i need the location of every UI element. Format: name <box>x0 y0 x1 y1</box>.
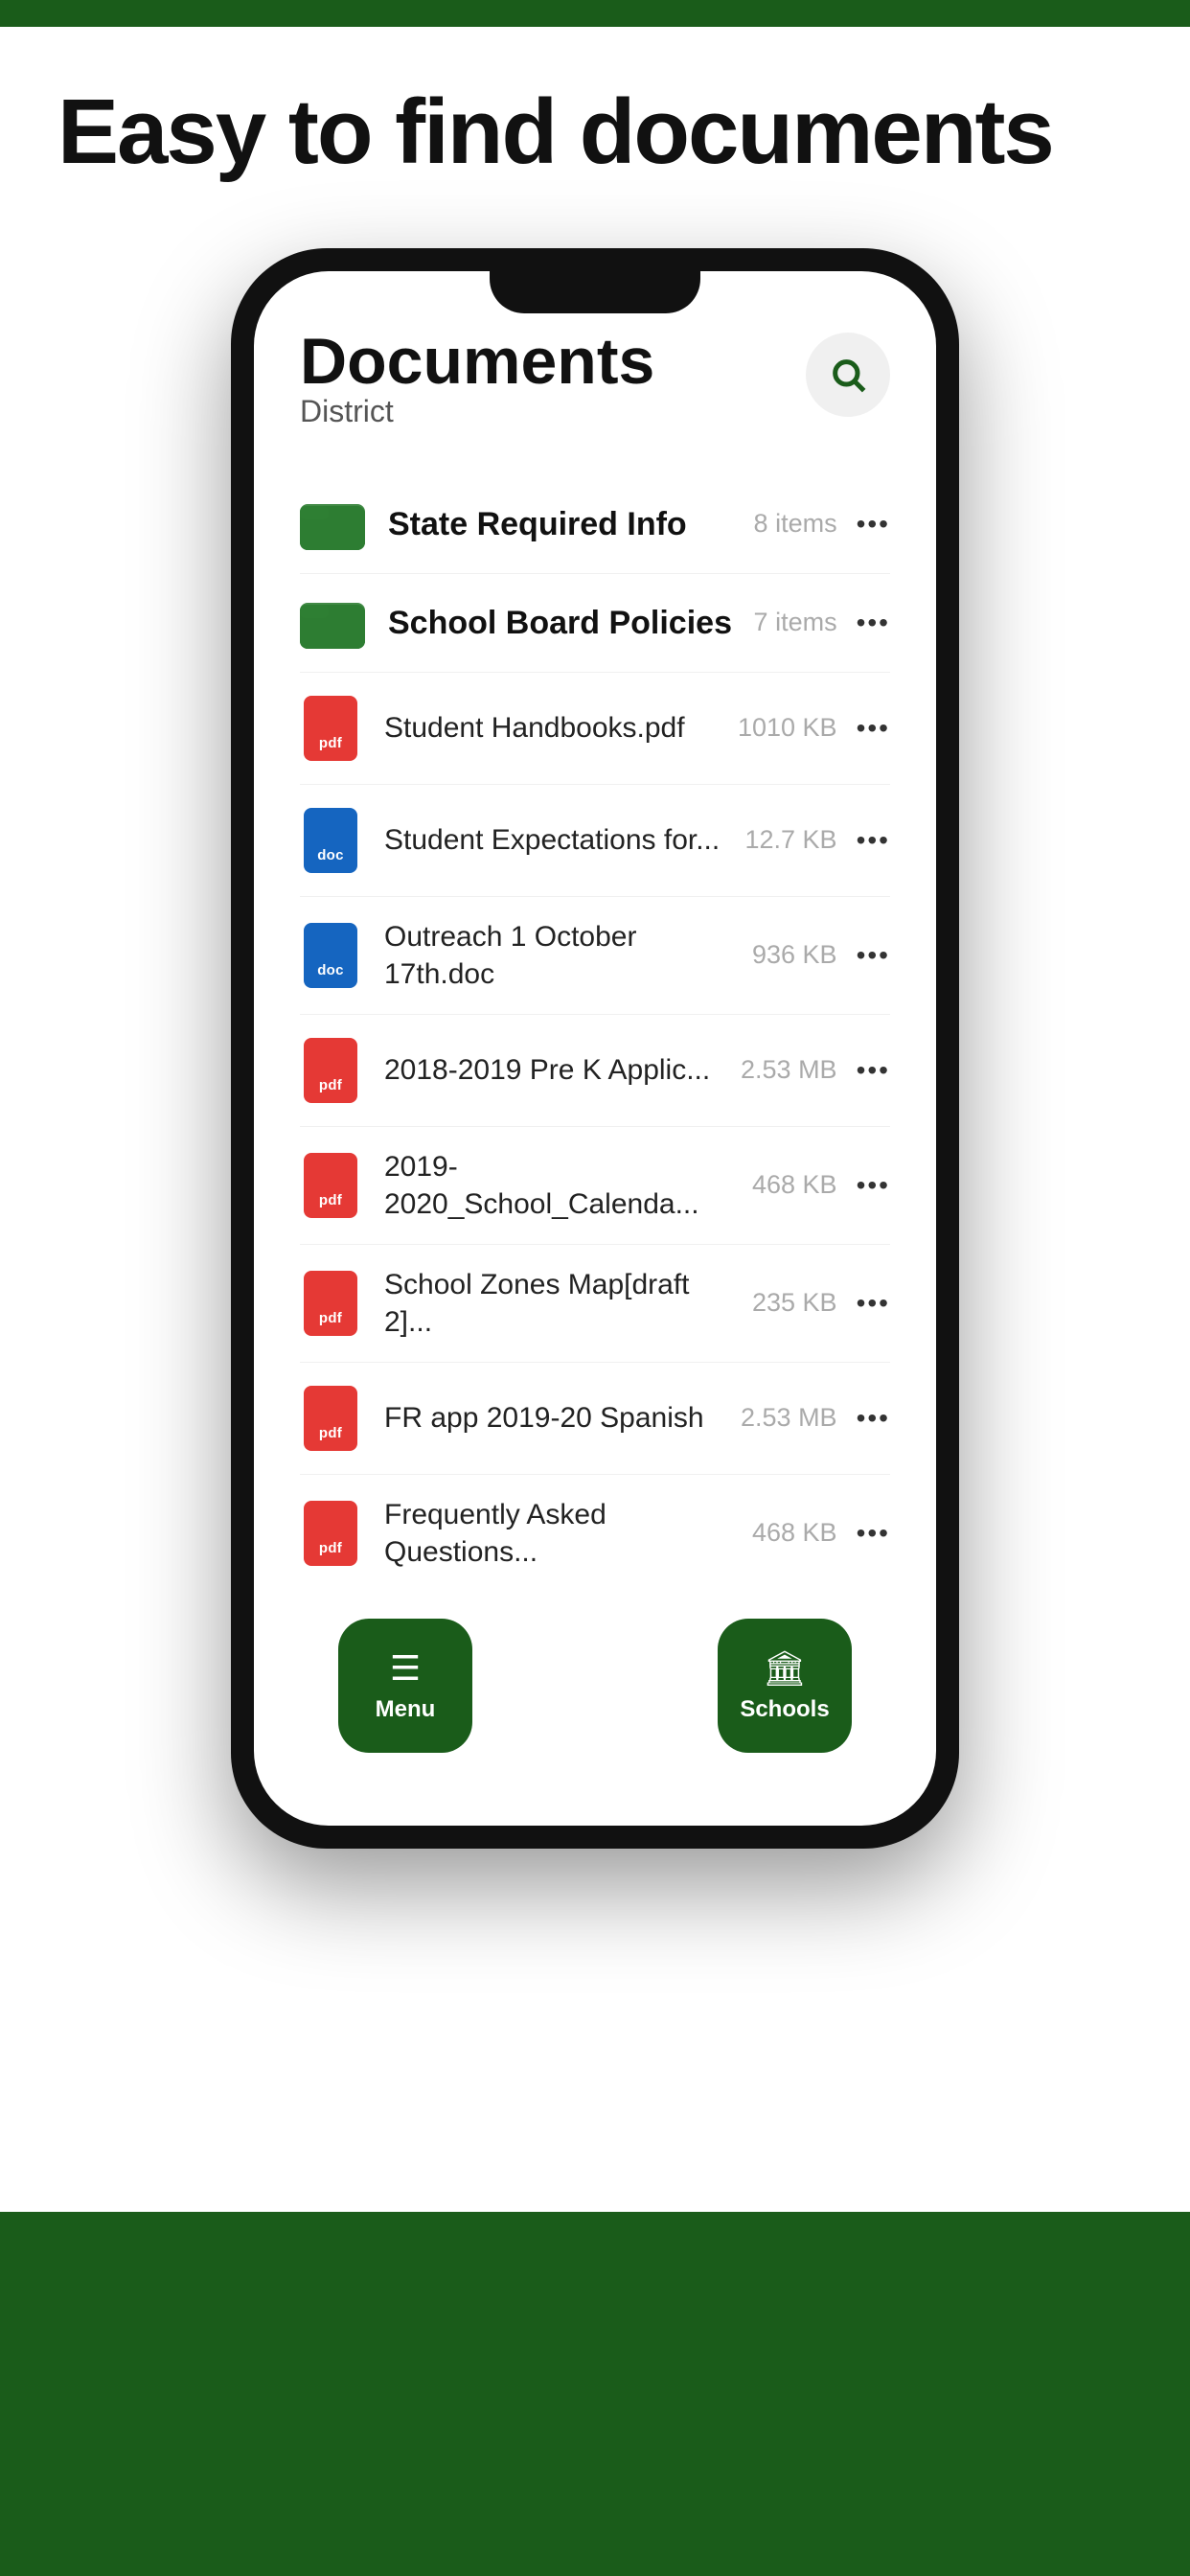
title-group: Documents District <box>300 329 654 468</box>
document-list: State Required Info 8 items ••• School B… <box>300 475 890 1592</box>
documents-header: Documents District <box>300 329 890 468</box>
more-options-button[interactable]: ••• <box>857 509 890 540</box>
list-item[interactable]: pdf Frequently Asked Questions... 468 KB… <box>300 1475 890 1592</box>
more-options-button[interactable]: ••• <box>857 713 890 744</box>
list-item[interactable]: pdf 2019-2020_School_Calenda... 468 KB •… <box>300 1127 890 1245</box>
more-options-button[interactable]: ••• <box>857 608 890 638</box>
file-icon: pdf <box>300 694 361 763</box>
file-icon: pdf <box>300 1384 361 1453</box>
folder-meta: 7 items <box>754 608 837 637</box>
file-name: Student Expectations for... <box>384 821 730 859</box>
list-item[interactable]: pdf School Zones Map[draft 2]... 235 KB … <box>300 1245 890 1363</box>
top-status-bar <box>0 0 1190 27</box>
file-icon: doc <box>300 921 361 990</box>
folder-icon <box>300 595 365 651</box>
list-item[interactable]: pdf FR app 2019-20 Spanish 2.53 MB ••• <box>300 1363 890 1475</box>
file-size: 2.53 MB <box>741 1403 837 1433</box>
file-icon: pdf <box>300 1151 361 1220</box>
menu-button[interactable]: ☰ Menu <box>338 1619 472 1753</box>
page-subtitle: District <box>300 394 654 429</box>
more-options-button[interactable]: ••• <box>857 1518 890 1549</box>
file-icon: pdf <box>300 1499 361 1568</box>
content-area: Documents District <box>0 219 1190 2576</box>
file-name: 2019-2020_School_Calenda... <box>384 1148 737 1223</box>
file-name: School Zones Map[draft 2]... <box>384 1266 737 1341</box>
list-item[interactable]: doc Student Expectations for... 12.7 KB … <box>300 785 890 897</box>
schools-button[interactable]: 🏛 Schools <box>718 1619 852 1753</box>
folder-name: State Required Info <box>388 503 739 545</box>
more-options-button[interactable]: ••• <box>857 1170 890 1201</box>
menu-icon: ☰ <box>390 1648 421 1689</box>
file-name: Outreach 1 October 17th.doc <box>384 918 737 993</box>
file-size: 12.7 KB <box>745 825 837 855</box>
more-options-button[interactable]: ••• <box>857 1403 890 1434</box>
phone-frame: Documents District <box>231 248 959 1849</box>
list-item[interactable]: pdf 2018-2019 Pre K Applic... 2.53 MB ••… <box>300 1015 890 1127</box>
more-options-button[interactable]: ••• <box>857 825 890 856</box>
folder-name: School Board Policies <box>388 602 739 644</box>
file-size: 936 KB <box>752 940 837 970</box>
page-title: Documents <box>300 329 654 394</box>
file-icon: pdf <box>300 1269 361 1338</box>
file-name: FR app 2019-20 Spanish <box>384 1399 725 1437</box>
file-size: 468 KB <box>752 1170 837 1200</box>
file-name: Student Handbooks.pdf <box>384 709 722 747</box>
file-icon: pdf <box>300 1036 361 1105</box>
list-item[interactable]: pdf Student Handbooks.pdf 1010 KB ••• <box>300 673 890 785</box>
file-name: 2018-2019 Pre K Applic... <box>384 1051 725 1089</box>
hero-title: Easy to find documents <box>57 84 1133 181</box>
search-icon <box>829 356 867 394</box>
green-background <box>0 2212 1190 2576</box>
file-name: Frequently Asked Questions... <box>384 1496 737 1571</box>
more-options-button[interactable]: ••• <box>857 940 890 971</box>
file-size: 235 KB <box>752 1288 837 1318</box>
file-size: 2.53 MB <box>741 1055 837 1085</box>
folder-icon <box>300 496 365 552</box>
search-button[interactable] <box>806 333 890 417</box>
more-options-button[interactable]: ••• <box>857 1055 890 1086</box>
schools-icon: 🏛 <box>763 1648 807 1689</box>
list-item[interactable]: doc Outreach 1 October 17th.doc 936 KB •… <box>300 897 890 1015</box>
page-wrapper: Easy to find documents Documents Distric… <box>0 0 1190 2576</box>
hero-section: Easy to find documents <box>0 27 1190 219</box>
schools-label: Schools <box>740 1696 829 1723</box>
menu-label: Menu <box>376 1696 436 1723</box>
file-icon: doc <box>300 806 361 875</box>
list-item[interactable]: School Board Policies 7 items ••• <box>300 574 890 673</box>
bottom-navigation: ☰ Menu 🏛 Schools <box>300 1592 890 1780</box>
list-item[interactable]: State Required Info 8 items ••• <box>300 475 890 574</box>
more-options-button[interactable]: ••• <box>857 1288 890 1319</box>
folder-meta: 8 items <box>754 509 837 539</box>
phone-screen: Documents District <box>254 271 936 1826</box>
file-size: 468 KB <box>752 1518 837 1548</box>
file-size: 1010 KB <box>738 713 837 743</box>
phone-notch <box>490 271 700 313</box>
